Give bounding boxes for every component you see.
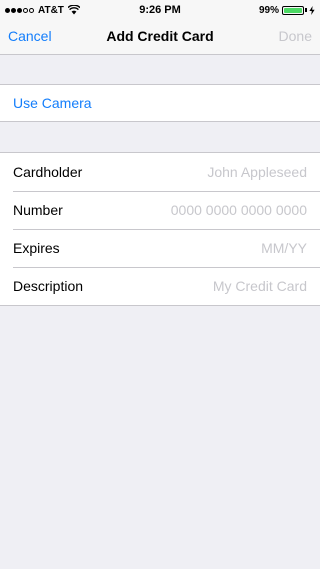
battery-percent: 99% [258,4,279,16]
cardholder-row: Cardholder [0,153,320,191]
expires-row: Expires [0,229,320,267]
description-label: Description [13,278,84,294]
card-details-form: Cardholder Number Expires Description [0,152,320,306]
expiry-field[interactable] [127,238,307,258]
expires-label: Expires [13,240,60,256]
done-button[interactable]: Done [279,28,312,44]
camera-section: Use Camera [0,84,320,122]
battery-cap [305,8,307,12]
charging-bolt-icon [309,5,315,15]
description-field[interactable] [127,276,307,296]
description-row: Description [0,267,320,305]
battery-fill [284,7,302,13]
number-label: Number [13,202,63,218]
card-number-field[interactable] [127,200,307,220]
cardholder-label: Cardholder [13,164,83,180]
number-row: Number [0,191,320,229]
status-bar: AT&T 9:26 PM 99% [0,0,320,20]
page-title: Add Credit Card [106,28,214,44]
use-camera-button[interactable]: Use Camera [0,85,320,121]
cardholder-field[interactable] [127,162,307,182]
battery-icon [282,5,304,15]
navigation-bar: Cancel Add Credit Card Done [0,20,320,55]
status-bar-right: 99% [259,4,315,16]
